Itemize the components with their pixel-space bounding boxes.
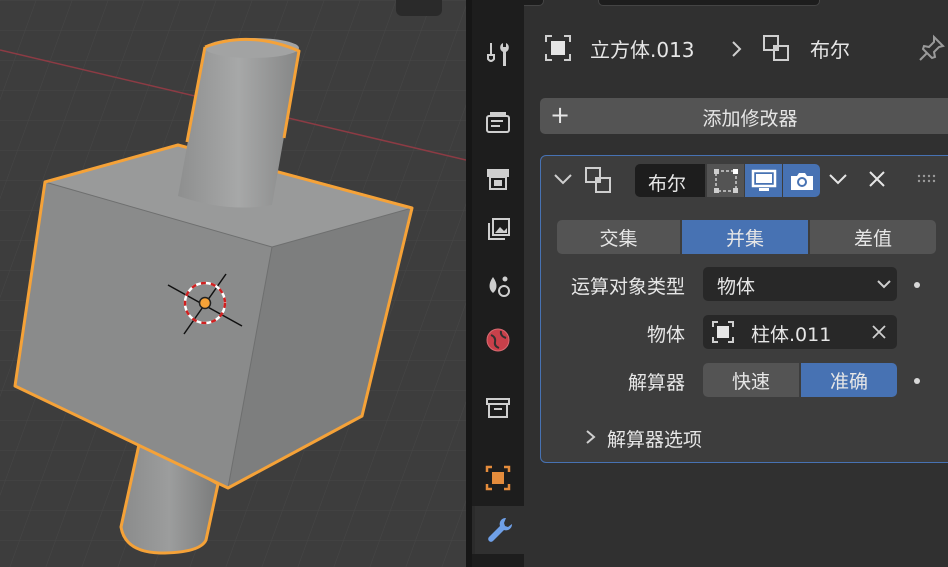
tab-object[interactable] (472, 454, 524, 502)
add-modifier-button[interactable]: + 添加修改器 (540, 98, 948, 134)
object-icon (485, 465, 511, 491)
operand-type-dropdown[interactable]: 物体 (703, 267, 897, 301)
close-icon[interactable] (868, 170, 886, 188)
tab-view-layer[interactable] (472, 206, 524, 254)
tab-scene[interactable] (472, 262, 524, 310)
clear-icon[interactable] (871, 324, 887, 340)
operation-intersect[interactable]: 交集 (557, 220, 680, 254)
breadcrumb-object-name: 立方体.013 (590, 38, 695, 62)
scene-icon (489, 276, 510, 297)
render-toggle[interactable] (783, 164, 820, 197)
operand-type-label: 运算对象类型 (570, 276, 685, 298)
solver-fast[interactable]: 快速 (703, 363, 799, 397)
object-value: 柱体.011 (751, 324, 832, 346)
view-layer-icon (488, 218, 510, 240)
tab-render[interactable] (472, 98, 524, 146)
camera-icon (790, 172, 813, 190)
pin-icon[interactable] (918, 34, 946, 62)
operation-union[interactable]: 并集 (682, 220, 808, 254)
viewport-header-button[interactable] (396, 0, 442, 16)
tab-modifiers[interactable] (472, 506, 524, 554)
header-stub-left[interactable] (524, 0, 544, 6)
world-icon (486, 328, 510, 352)
operation-difference[interactable]: 差值 (810, 220, 936, 254)
add-modifier-label: 添加修改器 (702, 108, 798, 130)
solver-options-subpanel-header[interactable]: 解算器选项 (581, 422, 841, 452)
header-search-stub[interactable] (598, 0, 820, 6)
object-label: 物体 (646, 324, 685, 346)
object-icon (545, 35, 571, 61)
collapse-chevron-down-icon[interactable] (553, 171, 573, 187)
chevron-down-icon (877, 280, 891, 289)
tool-icon (487, 43, 509, 66)
boolean-modifier-icon (585, 167, 611, 193)
drag-handle-icon[interactable] (916, 174, 940, 184)
solver-label: 解算器 (627, 372, 685, 394)
modifier-name-field[interactable]: 布尔 (635, 164, 705, 197)
3d-viewport[interactable] (0, 0, 466, 567)
modifier-wrench-icon (487, 517, 512, 542)
viewport-scene[interactable] (0, 0, 466, 567)
chevron-right-icon (586, 430, 596, 444)
chevron-right-icon (732, 41, 742, 57)
breadcrumb: 立方体.013 布尔 (524, 22, 948, 72)
collection-icon (486, 398, 510, 418)
properties-editor: 立方体.013 布尔 + 添加修改器 布尔 交集 并集 差值 运算对象类型 物体… (524, 0, 948, 567)
chevron-down-icon[interactable] (828, 171, 848, 187)
boolean-modifier-panel: 布尔 交集 并集 差值 运算对象类型 物体 物体 柱体.011 解算器 快速 准… (540, 155, 948, 463)
tab-tool[interactable] (472, 30, 524, 78)
object-origin (198, 296, 212, 310)
object-icon (712, 321, 734, 343)
properties-tab-bar (472, 0, 524, 567)
modifier-name-text: 布尔 (648, 173, 687, 195)
tab-output[interactable] (472, 154, 524, 202)
object-picker-field[interactable]: 柱体.011 (703, 315, 897, 349)
edit-mode-icon (713, 168, 738, 193)
keyframe-dot[interactable] (914, 378, 920, 384)
boolean-modifier-icon (763, 35, 789, 61)
solver-exact[interactable]: 准确 (801, 363, 897, 397)
keyframe-dot[interactable] (914, 282, 920, 288)
output-icon (487, 169, 509, 190)
tab-world[interactable] (472, 316, 524, 364)
monitor-icon (751, 169, 776, 191)
operand-type-value: 物体 (717, 276, 756, 298)
breadcrumb-modifier-name: 布尔 (810, 38, 850, 62)
render-icon (486, 112, 510, 133)
viewport-display-toggle[interactable] (745, 164, 782, 197)
tab-collection[interactable] (472, 384, 524, 432)
edit-mode-toggle[interactable] (707, 164, 744, 197)
solver-options-label: 解算器选项 (607, 429, 703, 451)
